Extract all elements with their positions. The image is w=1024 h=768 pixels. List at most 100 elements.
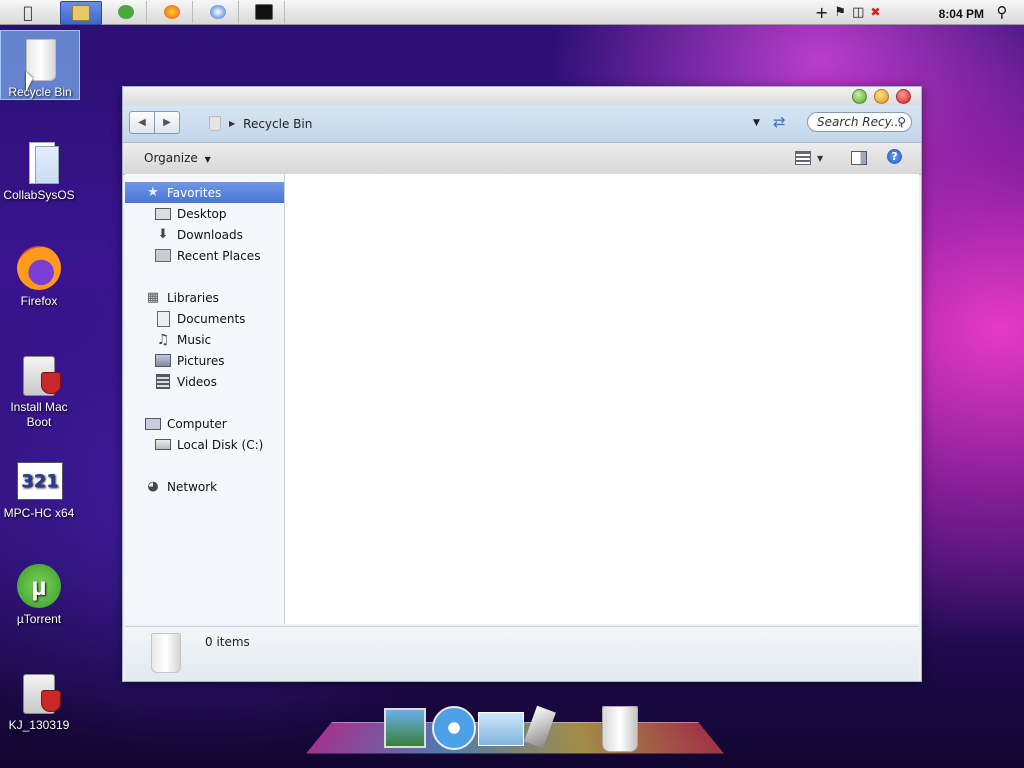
back-button[interactable]: ◀ [129, 111, 155, 134]
computer-icon [145, 417, 161, 431]
details-pane: 0 items [125, 626, 919, 681]
installer-icon [15, 668, 63, 716]
dock-trash-icon[interactable] [602, 706, 638, 752]
command-prompt-icon [255, 4, 273, 20]
firefox-icon [15, 244, 63, 292]
address-bar: ◀ ▶ ▶ Recycle Bin ▼ ⇄ Search Recy... ⚲ [123, 105, 921, 143]
dock-safari-icon[interactable] [432, 706, 476, 750]
desktop-icon [155, 207, 171, 221]
spotlight-search-icon[interactable]: ⚲ [992, 1, 1012, 23]
desktop-icon-kj130319[interactable]: KJ_130319 [0, 664, 78, 733]
sidebar-item-label: Recent Places [177, 248, 261, 263]
refresh-icon[interactable]: ⇄ [773, 113, 786, 131]
sidebar-item-documents[interactable]: Documents [125, 308, 284, 329]
star-icon: ★ [147, 185, 159, 200]
sidebar-item-label: Desktop [177, 206, 227, 221]
taskbar-firefox[interactable] [152, 1, 193, 23]
maximize-button[interactable] [852, 89, 867, 104]
history-dropdown-icon[interactable]: ▼ [753, 118, 760, 128]
dock-address-book-icon[interactable] [478, 712, 524, 746]
item-count: 0 items [205, 635, 250, 649]
search-icon[interactable]: ⚲ [897, 115, 906, 129]
hard-drive-icon [155, 438, 171, 452]
preview-pane-button[interactable] [851, 151, 867, 165]
app-globe-icon [210, 5, 226, 19]
sidebar-item-downloads[interactable]: ⬇ Downloads [125, 224, 284, 245]
window-titlebar[interactable] [123, 87, 921, 105]
desktop-icon-firefox[interactable]: Firefox [0, 240, 78, 309]
sidebar-item-recent-places[interactable]: Recent Places [125, 245, 284, 266]
sidebar-item-label: Videos [177, 374, 217, 389]
desktop-icon-utorrent[interactable]: µ µTorrent [0, 558, 78, 627]
folder-documents-icon [15, 138, 63, 186]
sidebar-item-label: Downloads [177, 227, 243, 242]
installer-icon [15, 350, 63, 398]
chevron-down-icon: ▼ [817, 153, 824, 163]
organize-label: Organize [144, 151, 198, 165]
chevron-down-icon: ▼ [204, 155, 211, 164]
sidebar-item-desktop[interactable]: Desktop [125, 203, 284, 224]
pictures-icon [155, 354, 171, 368]
film-icon [155, 374, 171, 389]
apple-menu-icon[interactable]:  [14, 1, 42, 23]
sidebar-item-local-disk[interactable]: Local Disk (C:) [125, 434, 284, 455]
firefox-icon [164, 5, 180, 19]
sidebar-item-label: Favorites [167, 185, 222, 200]
volume-muted-icon[interactable]: ✖ [870, 5, 880, 19]
desktop-icon-label: MPC-HC x64 [3, 506, 75, 520]
utorrent-icon: µ [15, 562, 63, 610]
dock-desktop-icon[interactable] [384, 708, 426, 748]
plus-icon[interactable]: + [815, 3, 828, 22]
close-button[interactable] [896, 89, 911, 104]
sidebar-item-music[interactable]: ♫ Music [125, 329, 284, 350]
view-options-button[interactable]: ▼ [795, 151, 823, 165]
recent-places-icon [155, 249, 171, 263]
minimize-button[interactable] [874, 89, 889, 104]
forward-arrow-icon: ▶ [163, 117, 171, 128]
forward-button[interactable]: ▶ [155, 111, 180, 134]
breadcrumb-location[interactable]: Recycle Bin [243, 117, 312, 131]
sidebar-item-favorites[interactable]: ★ Favorites [125, 182, 284, 203]
file-list-area[interactable] [285, 174, 919, 624]
desktop-icon-install-mac-boot[interactable]: Install Mac Boot [0, 346, 78, 430]
mouse-cursor [26, 72, 33, 92]
sidebar-item-libraries[interactable]: ▦ Libraries [125, 287, 284, 308]
network-globe-icon: ◕ [147, 479, 159, 494]
network-status-icon[interactable]: ◫ [852, 5, 864, 20]
recycle-bin-icon [151, 633, 181, 673]
desktop-icon-label: CollabSysOS [3, 188, 75, 202]
sidebar-item-label: Pictures [177, 353, 225, 368]
help-button[interactable]: ? [887, 149, 902, 164]
view-list-icon [795, 151, 811, 165]
window-body: ★ Favorites Desktop ⬇ Downloads Recent P… [125, 174, 919, 624]
download-icon: ⬇ [157, 227, 169, 242]
desktop-icon-label: Recycle Bin [8, 85, 72, 99]
back-arrow-icon: ◀ [138, 117, 146, 128]
taskbar-app[interactable] [198, 1, 239, 23]
libraries-icon: ▦ [146, 290, 160, 305]
search-input[interactable]: Search Recy... ⚲ [807, 112, 912, 132]
clock[interactable]: 8:04 PM [939, 3, 984, 25]
folder-icon [72, 5, 90, 21]
media-player-icon: 321 [15, 456, 63, 504]
sidebar-item-label: Computer [167, 416, 227, 431]
explorer-window: ◀ ▶ ▶ Recycle Bin ▼ ⇄ Search Recy... ⚲ O… [122, 86, 922, 682]
utorrent-icon [118, 5, 134, 19]
sidebar-item-label: Documents [177, 311, 246, 326]
sidebar-item-label: Libraries [167, 290, 219, 305]
desktop-icon-label: KJ_130319 [8, 718, 70, 732]
organize-button[interactable]: Organize ▼ [144, 151, 211, 165]
desktop-icon-recycle-bin[interactable]: Recycle Bin [0, 30, 80, 100]
taskbar-explorer[interactable] [60, 1, 102, 25]
breadcrumb[interactable]: ▶ Recycle Bin [209, 116, 312, 131]
taskbar-cmd[interactable] [244, 1, 285, 23]
sidebar-item-computer[interactable]: Computer [125, 413, 284, 434]
desktop-icon-collabsysos[interactable]: CollabSysOS [0, 134, 78, 203]
sidebar-item-network[interactable]: ◕ Network [125, 476, 284, 497]
desktop-icon-mpc-hc[interactable]: 321 MPC-HC x64 [0, 452, 78, 521]
music-note-icon: ♫ [156, 331, 170, 348]
sidebar-item-pictures[interactable]: Pictures [125, 350, 284, 371]
flag-icon[interactable]: ⚑ [834, 5, 846, 20]
sidebar-item-videos[interactable]: Videos [125, 371, 284, 392]
taskbar-utorrent[interactable] [106, 1, 147, 23]
